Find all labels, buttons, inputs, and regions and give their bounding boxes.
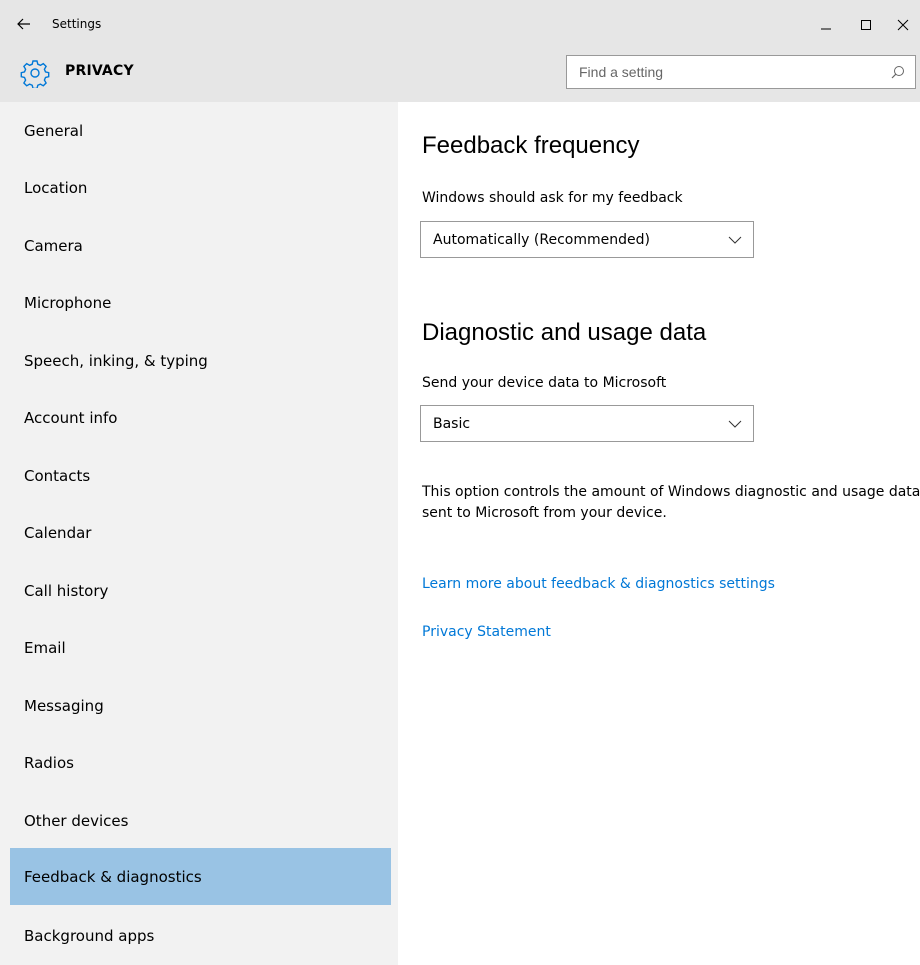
sidebar-item-label: Camera	[24, 236, 83, 255]
sidebar-item-label: Email	[24, 638, 66, 657]
sidebar-item-contacts[interactable]: Contacts	[10, 447, 391, 504]
diagnostics-label: Send your device data to Microsoft	[422, 375, 667, 391]
sidebar-item-camera[interactable]: Camera	[10, 217, 391, 274]
sidebar-item-speech[interactable]: Speech, inking, & typing	[10, 332, 391, 389]
search-icon[interactable]	[881, 56, 915, 88]
sidebar-item-email[interactable]: Email	[10, 619, 391, 676]
feedback-frequency-heading: Feedback frequency	[422, 132, 640, 159]
chevron-down-icon	[717, 406, 753, 441]
page-title: PRIVACY	[65, 63, 134, 79]
maximize-icon	[860, 16, 872, 35]
sidebar-item-label: General	[24, 121, 84, 140]
main-content: Feedback frequency Windows should ask fo…	[398, 102, 920, 965]
feedback-label: Windows should ask for my feedback	[422, 190, 683, 206]
minimize-icon	[820, 16, 832, 35]
dropdown-value: Basic	[433, 415, 471, 432]
sidebar-item-feedback-diagnostics[interactable]: Feedback & diagnostics	[10, 848, 391, 905]
sidebar-item-label: Messaging	[24, 696, 104, 715]
sidebar-item-label: Background apps	[24, 926, 155, 945]
sidebar-item-label: Call history	[24, 581, 109, 600]
search-input[interactable]: Find a setting	[567, 64, 881, 80]
close-icon	[897, 16, 909, 35]
privacy-statement-link[interactable]: Privacy Statement	[422, 624, 551, 640]
sidebar: General Location Camera Microphone Speec…	[0, 102, 398, 965]
sidebar-item-call-history[interactable]: Call history	[10, 562, 391, 619]
sidebar-item-label: Other devices	[24, 811, 129, 830]
sidebar-item-label: Speech, inking, & typing	[24, 351, 208, 370]
sidebar-item-label: Account info	[24, 408, 118, 427]
sidebar-item-general[interactable]: General	[10, 102, 391, 159]
sidebar-item-radios[interactable]: Radios	[10, 734, 391, 791]
sidebar-item-location[interactable]: Location	[10, 159, 391, 216]
dropdown-value: Automatically (Recommended)	[433, 231, 650, 248]
back-button[interactable]	[8, 8, 40, 40]
sidebar-item-label: Contacts	[24, 466, 91, 485]
sidebar-item-label: Feedback & diagnostics	[24, 867, 202, 886]
sidebar-item-label: Location	[24, 178, 88, 197]
sidebar-item-account-info[interactable]: Account info	[10, 389, 391, 446]
sidebar-item-label: Microphone	[24, 293, 112, 312]
diagnostic-data-dropdown[interactable]: Basic	[420, 405, 754, 442]
page-header: PRIVACY Find a setting	[0, 50, 920, 102]
chevron-down-icon	[717, 222, 753, 257]
sidebar-item-label: Calendar	[24, 523, 92, 542]
sidebar-item-microphone[interactable]: Microphone	[10, 274, 391, 331]
close-button[interactable]	[880, 8, 920, 42]
title-bar: Settings	[0, 0, 920, 50]
sidebar-item-background-apps[interactable]: Background apps	[10, 907, 391, 964]
back-arrow-icon	[17, 15, 31, 34]
gear-icon	[20, 58, 50, 90]
diagnostic-usage-heading: Diagnostic and usage data	[422, 319, 707, 346]
sidebar-item-messaging[interactable]: Messaging	[10, 677, 391, 734]
search-box[interactable]: Find a setting	[566, 55, 916, 89]
diagnostics-description: This option controls the amount of Windo…	[422, 484, 920, 521]
sidebar-item-other-devices[interactable]: Other devices	[10, 792, 391, 849]
sidebar-item-calendar[interactable]: Calendar	[10, 504, 391, 561]
window-title: Settings	[52, 17, 102, 31]
sidebar-item-label: Radios	[24, 753, 74, 772]
feedback-frequency-dropdown[interactable]: Automatically (Recommended)	[420, 221, 754, 258]
learn-more-link[interactable]: Learn more about feedback & diagnostics …	[422, 576, 775, 592]
